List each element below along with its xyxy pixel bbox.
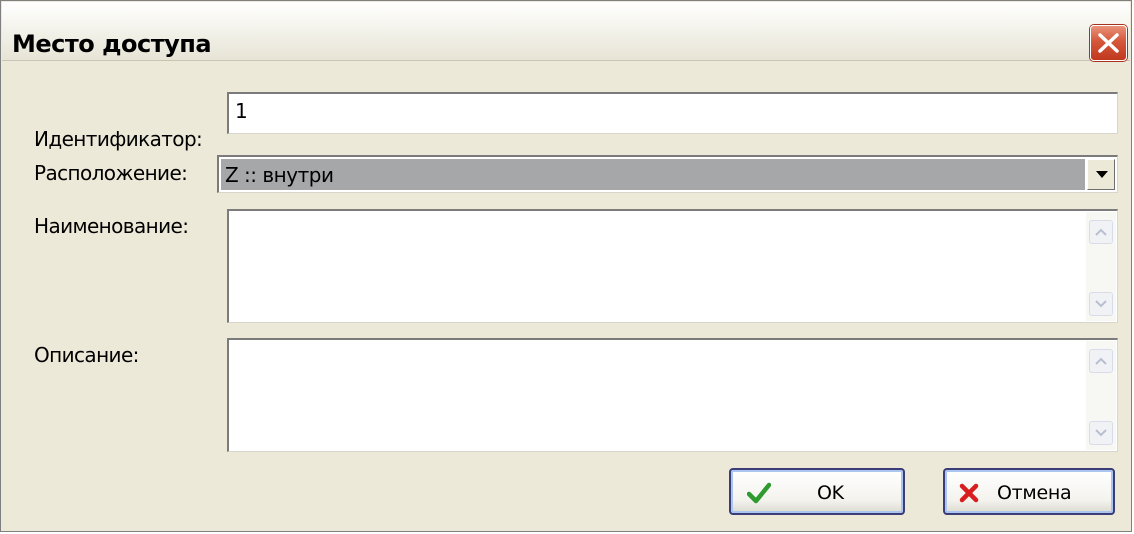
ok-button-label: OK xyxy=(817,482,844,504)
identifier-value: 1 xyxy=(235,99,248,123)
description-scroll-down-button[interactable] xyxy=(1089,421,1113,445)
chevron-down-icon xyxy=(1095,429,1107,437)
location-dropdown-button[interactable] xyxy=(1087,159,1115,190)
x-icon xyxy=(959,483,979,503)
description-scrollbar[interactable] xyxy=(1086,341,1116,450)
description-textarea[interactable] xyxy=(227,338,1118,452)
name-label: Наименование: xyxy=(34,214,189,238)
close-button[interactable] xyxy=(1090,25,1127,61)
chevron-up-icon xyxy=(1095,357,1107,365)
description-scroll-up-button[interactable] xyxy=(1089,349,1113,373)
name-scroll-down-button[interactable] xyxy=(1089,292,1113,316)
chevron-down-icon xyxy=(1096,171,1108,178)
location-label: Расположение: xyxy=(34,161,188,185)
identifier-input[interactable]: 1 xyxy=(227,92,1118,134)
cancel-button-label: Отмена xyxy=(997,482,1072,504)
description-label: Описание: xyxy=(34,343,139,367)
cancel-button[interactable]: Отмена xyxy=(943,468,1115,515)
close-icon xyxy=(1098,33,1119,53)
window-title: Место доступа xyxy=(12,30,212,58)
identifier-label: Идентификатор: xyxy=(34,127,203,151)
chevron-down-icon xyxy=(1095,300,1107,308)
location-selected-value: Z :: внутри xyxy=(221,159,1085,190)
title-bar[interactable]: Место доступа xyxy=(2,2,1130,61)
name-scroll-up-button[interactable] xyxy=(1089,220,1113,244)
name-textarea[interactable] xyxy=(227,209,1118,323)
chevron-up-icon xyxy=(1095,228,1107,236)
ok-button[interactable]: OK xyxy=(729,468,905,515)
name-scrollbar[interactable] xyxy=(1086,212,1116,321)
checkmark-icon xyxy=(747,482,771,504)
dialog-window: Место доступа Идентификатор: 1 Расположе… xyxy=(0,0,1132,532)
location-select[interactable]: Z :: внутри xyxy=(217,155,1118,193)
